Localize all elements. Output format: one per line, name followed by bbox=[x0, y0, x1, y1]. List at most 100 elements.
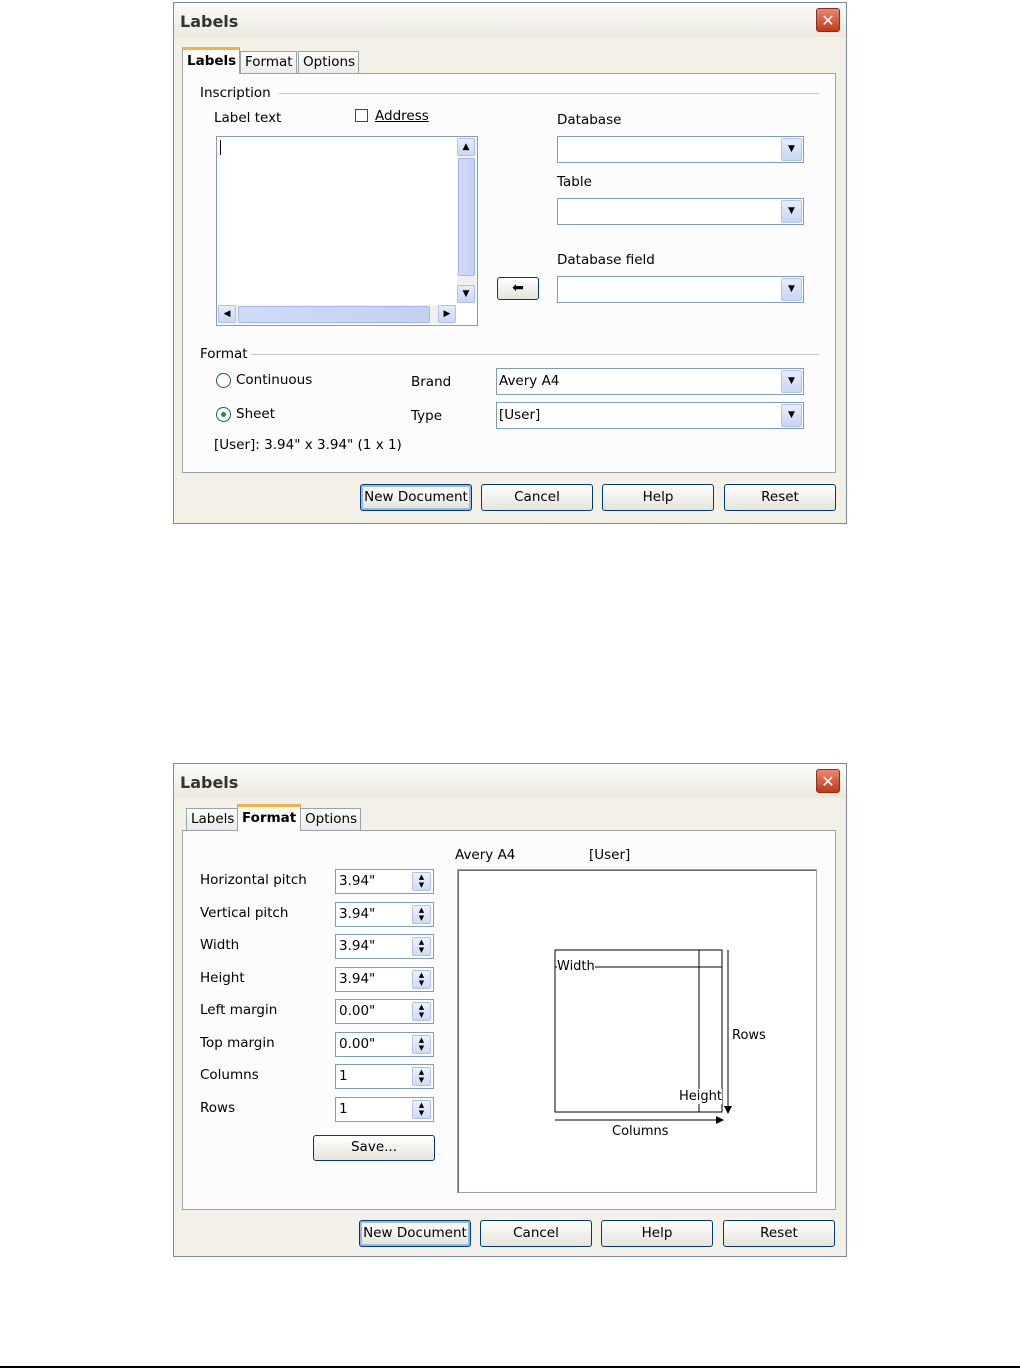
chevron-down-icon[interactable]: ▼ bbox=[781, 200, 802, 223]
tab-format[interactable]: Format bbox=[240, 51, 297, 73]
preview-height-label: Height bbox=[679, 1089, 722, 1104]
close-icon[interactable]: ✕ bbox=[816, 769, 840, 793]
field-label: Rows bbox=[200, 1099, 236, 1116]
spin-field[interactable]: 0.00" ▲ ▼ bbox=[335, 999, 434, 1024]
reset-button[interactable]: Reset bbox=[723, 1220, 835, 1247]
field-label: Left margin bbox=[200, 1002, 278, 1018]
continuous-radio[interactable] bbox=[216, 373, 231, 388]
preview-columns-label: Columns bbox=[612, 1124, 669, 1139]
tab-options[interactable]: Options bbox=[298, 51, 359, 73]
spin-field[interactable]: 0.00" ▲ ▼ bbox=[335, 1031, 434, 1057]
new-document-button[interactable]: New Document bbox=[359, 1220, 471, 1247]
type-value: [User] bbox=[499, 407, 541, 423]
scroll-up-icon[interactable]: ▲ bbox=[457, 138, 475, 156]
insert-field-arrow-button[interactable]: ⬅ bbox=[497, 277, 539, 300]
tab-labels[interactable]: Labels bbox=[182, 47, 240, 74]
spin-field[interactable]: 1 ▲ ▼ bbox=[335, 1064, 434, 1089]
label-outline bbox=[554, 949, 723, 1113]
format-summary: [User]: 3.94" x 3.94" (1 x 1) bbox=[214, 437, 402, 453]
field-label: Vertical pitch bbox=[200, 904, 289, 921]
spin-field[interactable]: 3.94" ▲ ▼ bbox=[335, 869, 434, 894]
chevron-down-icon[interactable]: ▼ bbox=[781, 370, 802, 393]
columns-arrowhead bbox=[716, 1116, 724, 1124]
text-cursor bbox=[220, 140, 221, 155]
spinner-arrows-icon[interactable]: ▲ ▼ bbox=[412, 1034, 431, 1054]
brand-select[interactable]: Avery A4 ▼ bbox=[496, 368, 804, 395]
spin-field-value: 3.94" bbox=[339, 873, 376, 889]
spin-field-value: 0.00" bbox=[339, 1003, 376, 1019]
field-label: Columns bbox=[200, 1067, 259, 1083]
help-button[interactable]: Help bbox=[601, 1220, 713, 1247]
tab-panel: Horizontal pitch 3.94" ▲ ▼ Vertical pitch 3.9… bbox=[182, 830, 836, 1210]
title-bar[interactable]: Labels ✕ bbox=[174, 3, 846, 37]
spin-field-value: 1 bbox=[339, 1068, 348, 1084]
type-select[interactable]: [User] ▼ bbox=[496, 402, 804, 429]
spinner-arrows-icon[interactable]: ▲ ▼ bbox=[412, 1067, 431, 1086]
tab-panel: Inscription Label text Address ▲ ▼ ◀ ▶ ⬅… bbox=[182, 73, 836, 473]
scroll-down-icon[interactable]: ▼ bbox=[457, 285, 475, 303]
reset-button[interactable]: Reset bbox=[724, 484, 836, 511]
field-label: Top margin bbox=[200, 1034, 275, 1051]
page-bottom-rule bbox=[0, 1366, 1020, 1368]
spinner-arrows-icon[interactable]: ▲ ▼ bbox=[412, 1099, 431, 1119]
rows-arrowhead bbox=[724, 1106, 732, 1114]
scroll-thumb-horizontal[interactable] bbox=[238, 306, 430, 323]
chevron-down-icon[interactable]: ▼ bbox=[781, 278, 802, 301]
spinner-arrows-icon[interactable]: ▲ ▼ bbox=[412, 872, 431, 891]
scroll-right-icon[interactable]: ▶ bbox=[438, 305, 456, 323]
type-label: Type bbox=[411, 408, 443, 424]
scroll-thumb[interactable] bbox=[458, 158, 475, 276]
title-bar[interactable]: Labels ✕ bbox=[174, 764, 846, 798]
vertical-scrollbar[interactable]: ▲ ▼ bbox=[457, 138, 476, 303]
database-select[interactable]: ▼ bbox=[557, 136, 804, 163]
brand-label: Brand bbox=[411, 374, 452, 390]
format-group-label: Format bbox=[200, 346, 248, 362]
spinner-arrows-icon[interactable]: ▲ ▼ bbox=[412, 1002, 431, 1021]
spin-field-value: 0.00" bbox=[339, 1035, 376, 1052]
arrow-left-icon: ⬅ bbox=[512, 280, 524, 296]
cancel-button[interactable]: Cancel bbox=[480, 1220, 592, 1247]
preview-type: [User] bbox=[589, 847, 631, 863]
field-label: Width bbox=[200, 937, 240, 953]
cancel-button[interactable]: Cancel bbox=[481, 484, 593, 511]
horizontal-scrollbar[interactable]: ◀ ▶ bbox=[218, 305, 456, 324]
spin-field-value: 3.94" bbox=[339, 905, 376, 922]
field-label: Height bbox=[200, 969, 245, 986]
help-button[interactable]: Help bbox=[602, 484, 714, 511]
address-checkbox[interactable] bbox=[355, 109, 368, 122]
label-text-area[interactable]: ▲ ▼ ◀ ▶ bbox=[216, 136, 478, 326]
sheet-radio[interactable] bbox=[216, 407, 231, 422]
spinner-arrows-icon[interactable]: ▲ ▼ bbox=[412, 937, 431, 956]
spin-field[interactable]: 1 ▲ ▼ bbox=[335, 1096, 434, 1122]
tab-labels[interactable]: Labels bbox=[186, 808, 238, 830]
table-select[interactable]: ▼ bbox=[557, 198, 804, 225]
label-text-label: Label text bbox=[214, 110, 282, 126]
chevron-down-icon[interactable]: ▼ bbox=[781, 404, 802, 427]
spinner-arrows-icon[interactable]: ▲ ▼ bbox=[412, 969, 431, 989]
address-label: Address bbox=[375, 108, 429, 124]
table-label: Table bbox=[557, 174, 592, 190]
tab-format[interactable]: Format bbox=[237, 804, 301, 831]
database-field-select[interactable]: ▼ bbox=[557, 276, 804, 303]
preview-brand: Avery A4 bbox=[455, 847, 516, 863]
preview-rows-label: Rows bbox=[732, 1028, 766, 1043]
preview-width-label: Width bbox=[557, 959, 595, 974]
inscription-group-label: Inscription bbox=[200, 85, 271, 101]
spin-field-value: 3.94" bbox=[339, 938, 376, 954]
spin-field-value: 3.94" bbox=[339, 970, 376, 987]
new-document-button[interactable]: New Document bbox=[360, 484, 472, 511]
spin-field[interactable]: 3.94" ▲ ▼ bbox=[335, 934, 434, 959]
label-preview: Width Height Rows Columns bbox=[457, 869, 817, 1193]
spin-field-value: 1 bbox=[339, 1100, 348, 1117]
close-icon[interactable]: ✕ bbox=[816, 8, 840, 32]
group-divider bbox=[279, 93, 819, 94]
spin-field[interactable]: 3.94" ▲ ▼ bbox=[335, 966, 434, 992]
save-button[interactable]: Save... bbox=[313, 1135, 435, 1161]
tab-options[interactable]: Options bbox=[300, 808, 361, 830]
continuous-label: Continuous bbox=[236, 372, 313, 388]
chevron-down-icon[interactable]: ▼ bbox=[781, 138, 802, 161]
scroll-left-icon[interactable]: ◀ bbox=[218, 305, 236, 323]
spin-field[interactable]: 3.94" ▲ ▼ bbox=[335, 901, 434, 927]
labels-dialog-labels-tab: Labels ✕ Labels Format Options Inscripti… bbox=[173, 2, 847, 524]
spinner-arrows-icon[interactable]: ▲ ▼ bbox=[412, 904, 431, 924]
